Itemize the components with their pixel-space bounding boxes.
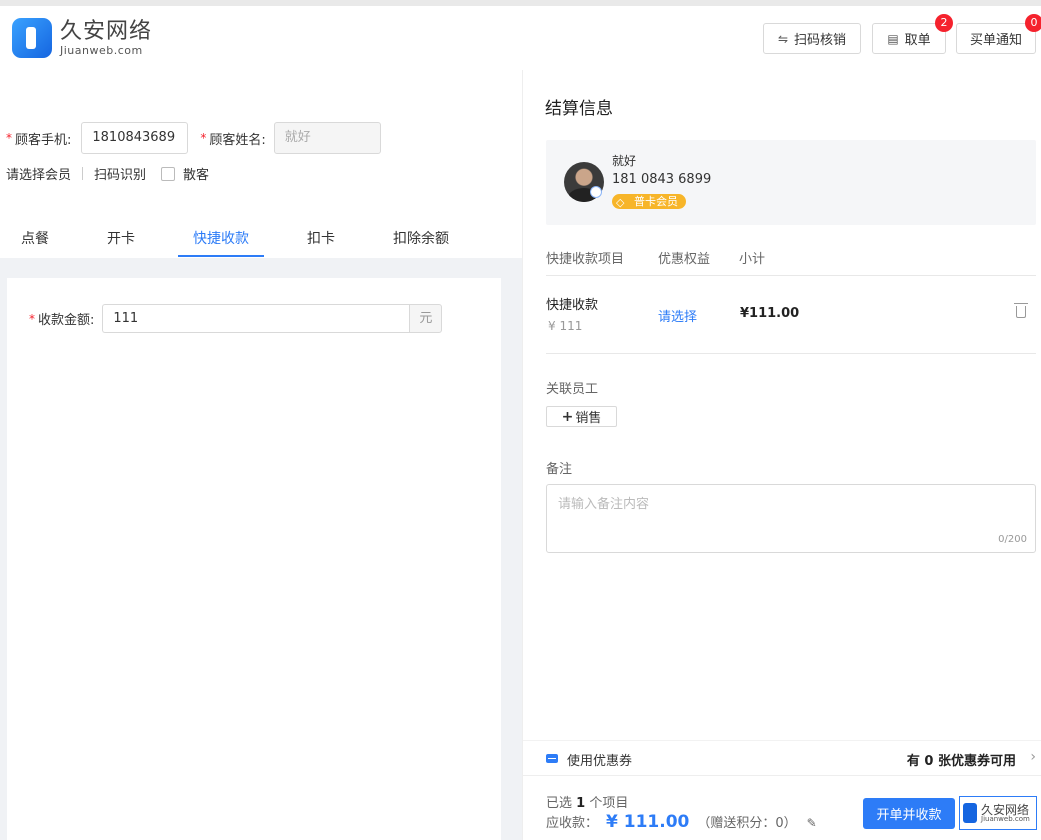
settlement-title: 结算信息 <box>545 99 613 119</box>
required-mark: * <box>6 131 12 145</box>
logo-icon <box>963 803 977 823</box>
amount-unit: 元 <box>409 304 443 333</box>
add-sales-button[interactable]: + 销售 <box>546 406 617 427</box>
edit-icon[interactable]: ✎ <box>807 816 817 830</box>
settlement-panel: 结算信息 就好 181 0843 6899 ◇ 普卡会员 快捷收款项目 优惠权益… <box>522 70 1041 840</box>
member-name: 就好 <box>612 154 637 168</box>
col-discount: 优惠权益 <box>658 252 711 267</box>
walk-in-label: 散客 <box>183 168 210 183</box>
walk-in-checkbox[interactable] <box>161 166 176 181</box>
name-label: 顾客姓名: <box>209 132 266 148</box>
tab-order[interactable]: 点餐 <box>21 228 49 248</box>
amount-input[interactable]: 111 <box>102 304 410 333</box>
member-phone: 181 0843 6899 <box>612 172 712 187</box>
tab-deduct-balance[interactable]: 扣除余额 <box>393 228 449 248</box>
choose-member-link[interactable]: 请选择会员 <box>6 164 71 183</box>
col-item: 快捷收款项目 <box>546 252 625 267</box>
scan-identify-link[interactable]: 扫码识别 <box>94 164 146 183</box>
coupon-label: 使用优惠券 <box>567 754 633 769</box>
tab-quick-pay[interactable]: 快捷收款 <box>193 228 249 248</box>
phone-label: 顾客手机: <box>15 132 72 148</box>
customer-form-row: * 顾客手机: 1810843689 * 顾客姓名: 就好 <box>6 122 381 154</box>
name-input[interactable]: 就好 <box>273 122 381 154</box>
scan-verify-label: 扫码核销 <box>794 33 847 48</box>
ticket-icon <box>546 754 558 763</box>
note-label: 备注 <box>546 462 573 477</box>
notify-label: 买单通知 <box>969 33 1022 48</box>
col-subtotal: 小计 <box>739 252 766 267</box>
plus-icon: + <box>561 408 574 425</box>
selected-count: 1 <box>576 796 586 811</box>
items-table-header: 快捷收款项目 优惠权益 小计 <box>546 248 1036 276</box>
notify-button[interactable]: 买单通知 0 <box>956 14 1041 54</box>
note-textarea[interactable]: 请输入备注内容 0/200 <box>546 484 1036 553</box>
logo-text-en: Jiuanweb.com <box>60 43 143 57</box>
tab-open-card[interactable]: 开卡 <box>107 228 135 248</box>
tab-deduct-card[interactable]: 扣卡 <box>307 228 335 248</box>
customer-section: * 顾客手机: 1810843689 * 顾客姓名: 就好 请选择会员 扫码识别… <box>0 70 522 258</box>
amount-row: * 收款金额: 111 元 <box>29 304 443 333</box>
choose-discount-link[interactable]: 请选择 <box>658 306 697 325</box>
watermark-logo: 久安网络 Jiuanweb.com <box>959 796 1037 830</box>
open-and-pay-button[interactable]: 开单并收款 <box>863 798 955 829</box>
logo-icon <box>12 18 52 58</box>
item-name: 快捷收款 <box>546 298 599 313</box>
phone-input[interactable]: 1810843689 <box>81 122 189 154</box>
receipt-icon: ▤ <box>887 31 899 46</box>
gift-points: （赠送积分：0） <box>697 816 797 831</box>
coupon-available: 有 0 张优惠券可用 <box>906 754 1016 769</box>
notify-badge: 0 <box>1025 14 1041 32</box>
required-mark: * <box>29 311 35 326</box>
staff-label: 关联员工 <box>546 382 599 397</box>
pickup-badge: 2 <box>935 14 953 32</box>
coupon-row[interactable]: 使用优惠券 有 0 张优惠券可用 › <box>523 740 1041 776</box>
note-placeholder: 请输入备注内容 <box>558 497 650 512</box>
quick-pay-card: * 收款金额: 111 元 <box>7 278 501 840</box>
mode-tabs: 点餐 开卡 快捷收款 扣卡 扣除余额 <box>0 218 522 258</box>
item-subtotal: ¥111.00 <box>740 306 800 321</box>
required-mark: * <box>200 131 207 145</box>
divider <box>82 167 84 180</box>
member-card: 就好 181 0843 6899 ◇ 普卡会员 <box>546 140 1036 225</box>
member-options: 请选择会员 扫码识别 散客 <box>6 164 209 183</box>
chevron-right-icon: › <box>1030 749 1036 765</box>
trash-icon[interactable] <box>1014 303 1028 318</box>
pickup-button[interactable]: ▤ 取单 2 <box>872 14 953 54</box>
brand-logo: 久安网络 Jiuanweb.com <box>12 18 152 58</box>
note-char-count: 0/200 <box>998 534 1027 545</box>
payable-summary: 应收款： ¥ 111.00 （赠送积分：0） ✎ <box>546 812 817 832</box>
payable-label: 应收款： <box>546 816 599 831</box>
logo-text-cn: 久安网络 <box>60 18 153 44</box>
left-panel: * 顾客手机: 1810843689 * 顾客姓名: 就好 请选择会员 扫码识别… <box>0 70 522 840</box>
amount-label: 收款金额: <box>38 313 95 328</box>
diamond-icon: ◇ <box>616 196 625 209</box>
scan-icon: ⇋ <box>777 31 789 46</box>
active-tab-indicator <box>178 255 264 257</box>
top-header: 久安网络 Jiuanweb.com ⇋ 扫码核销 ▤ 取单 2 买单通知 0 <box>0 0 1041 70</box>
item-price: ¥ 111 <box>548 319 583 333</box>
payable-amount: ¥ 111.00 <box>606 812 690 832</box>
pickup-label: 取单 <box>904 33 931 48</box>
scan-verify-button[interactable]: ⇋ 扫码核销 <box>763 23 861 54</box>
member-level-badge: ◇ 普卡会员 <box>612 194 686 209</box>
member-status-icon <box>590 186 602 198</box>
selected-summary: 已选 1 个项目 <box>546 796 629 811</box>
table-row: 快捷收款 ¥ 111 请选择 ¥111.00 <box>546 276 1036 354</box>
